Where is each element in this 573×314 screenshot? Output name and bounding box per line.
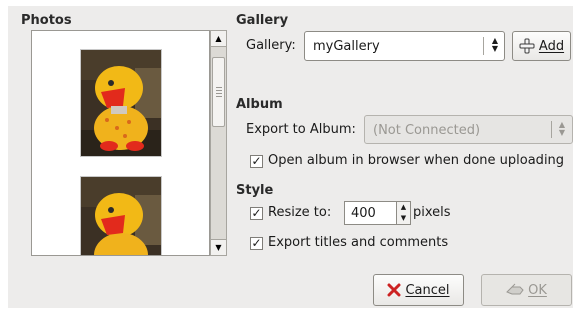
cancel-button-label: Cancel [405,282,450,298]
photo-thumbnail[interactable] [80,49,162,157]
resize-value: 400 [351,206,376,221]
updown-arrows-icon: ▲ ▼ [558,120,566,137]
scrollbar-thumb[interactable] [212,57,225,127]
resize-checkbox[interactable]: ✓ [250,207,263,220]
pixels-unit-label: pixels [413,205,451,220]
album-select[interactable]: (Not Connected) ▲ ▼ [364,115,573,144]
album-section-title: Album [236,97,283,112]
photos-section-title: Photos [21,13,72,28]
resize-width-input[interactable]: 400 [344,201,397,225]
export-titles-checkbox[interactable]: ✓ [250,237,263,250]
cancel-button[interactable]: Cancel [373,274,464,306]
photo-list[interactable] [31,30,210,256]
ok-button-label: OK [528,282,547,298]
arrow-down-icon[interactable]: ▼ [211,239,226,255]
red-x-icon [387,283,401,297]
gallery-label: Gallery: [246,38,296,53]
resize-spin-buttons[interactable]: ▲ ▼ [397,201,411,225]
export-titles-label: Export titles and comments [268,235,449,250]
gallery-export-dialog: Photos ▲ ▼ Gallery Gallery: myGallery ▲ … [0,0,573,314]
photo-list-scrollbar[interactable]: ▲ ▼ [210,30,227,256]
add-gallery-button[interactable]: Add [512,31,571,61]
open-browser-label: Open album in browser when done uploadin… [268,153,565,168]
arrow-up-icon[interactable]: ▲ [211,31,226,47]
ok-icon [506,283,524,297]
updown-arrows-icon: ▲ ▼ [491,36,499,53]
style-section-title: Style [236,183,274,198]
gallery-select-value: myGallery [313,39,380,54]
ok-button[interactable]: OK [481,274,572,306]
album-select-value: (Not Connected) [373,123,481,138]
photo-thumbnail[interactable] [80,176,162,255]
gallery-select[interactable]: myGallery ▲ ▼ [304,31,505,61]
gallery-section-title: Gallery [236,13,289,28]
add-button-label: Add [538,38,565,54]
open-browser-checkbox[interactable]: ✓ [250,155,263,168]
resize-label: Resize to: [268,205,332,220]
plus-icon [519,38,535,54]
export-album-label: Export to Album: [246,122,356,137]
